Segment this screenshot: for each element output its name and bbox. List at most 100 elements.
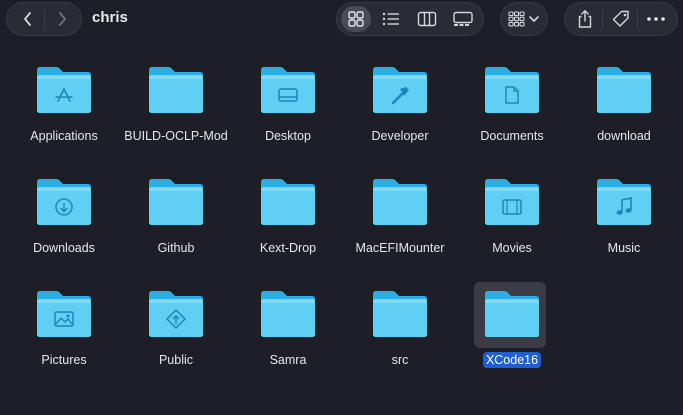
chevron-left-icon bbox=[24, 12, 31, 26]
folder-icon bbox=[149, 179, 203, 225]
chevron-down-icon bbox=[529, 16, 539, 22]
folder-item[interactable]: Kext-Drop bbox=[232, 170, 344, 282]
folder-icon bbox=[597, 67, 651, 113]
folder-icon bbox=[597, 179, 651, 225]
folder-label: download bbox=[568, 128, 680, 145]
folder-name: Samra bbox=[269, 353, 307, 367]
folder-icon bbox=[373, 179, 427, 225]
folder-label: MacEFIMounter bbox=[344, 240, 456, 257]
folder-label: Downloads bbox=[8, 240, 120, 257]
tag-button[interactable] bbox=[605, 6, 637, 32]
folder-name: XCode16 bbox=[482, 352, 542, 368]
folder-icon bbox=[485, 179, 539, 225]
folder-item[interactable]: Samra bbox=[232, 282, 344, 394]
folder-name: Public bbox=[158, 353, 194, 367]
columns-icon bbox=[417, 11, 437, 27]
folder-item[interactable]: Applications bbox=[8, 58, 120, 170]
window-title: chris bbox=[92, 9, 128, 26]
finder-window: chris Applications BUILD-OCLP-Mod Deskto… bbox=[0, 0, 683, 415]
folder-item[interactable]: XCode16 bbox=[456, 282, 568, 394]
folder-icon bbox=[149, 67, 203, 113]
folder-icon bbox=[149, 291, 203, 337]
column-view-button[interactable] bbox=[412, 6, 442, 32]
folder-item[interactable]: Documents bbox=[456, 58, 568, 170]
folder-item[interactable]: Downloads bbox=[8, 170, 120, 282]
grid-icon bbox=[348, 11, 364, 27]
folder-label: Desktop bbox=[232, 128, 344, 145]
folder-icon bbox=[485, 67, 539, 113]
action-group bbox=[564, 2, 678, 36]
share-button[interactable] bbox=[569, 6, 601, 32]
nav-separator bbox=[44, 9, 45, 29]
folder-name: Kext-Drop bbox=[259, 241, 317, 255]
forward-button[interactable] bbox=[49, 6, 75, 32]
group-by-button[interactable] bbox=[505, 6, 545, 32]
folder-label: BUILD-OCLP-Mod bbox=[120, 128, 232, 145]
list-icon bbox=[382, 12, 399, 26]
folder-name: src bbox=[391, 353, 409, 367]
gallery-icon bbox=[453, 11, 473, 26]
folder-item[interactable]: Movies bbox=[456, 170, 568, 282]
folder-label: Applications bbox=[8, 128, 120, 145]
folder-name: Desktop bbox=[265, 129, 311, 143]
more-button[interactable] bbox=[640, 6, 672, 32]
folder-name: Pictures bbox=[41, 353, 87, 367]
navigation-group bbox=[6, 2, 82, 36]
list-view-button[interactable] bbox=[376, 6, 406, 32]
group-by-icon bbox=[508, 11, 539, 27]
folder-label: Music bbox=[568, 240, 680, 257]
folder-icon bbox=[37, 67, 91, 113]
folder-name: MacEFIMounter bbox=[355, 241, 445, 255]
folder-icon bbox=[373, 67, 427, 113]
folder-label: Pictures bbox=[8, 352, 120, 369]
folder-item[interactable]: Desktop bbox=[232, 58, 344, 170]
folder-name: Music bbox=[607, 241, 641, 255]
chevron-right-icon bbox=[59, 12, 66, 26]
folder-label: Public bbox=[120, 352, 232, 369]
folder-icon bbox=[261, 179, 315, 225]
folder-label: XCode16 bbox=[456, 352, 568, 369]
folder-icon bbox=[261, 291, 315, 337]
folder-label: src bbox=[344, 352, 456, 369]
folder-item[interactable]: BUILD-OCLP-Mod bbox=[120, 58, 232, 170]
file-grid: Applications BUILD-OCLP-Mod Desktop Develop… bbox=[8, 58, 680, 408]
folder-item[interactable]: download bbox=[568, 58, 680, 170]
folder-label: Developer bbox=[344, 128, 456, 145]
folder-item[interactable]: Github bbox=[120, 170, 232, 282]
folder-label: Samra bbox=[232, 352, 344, 369]
folder-item[interactable]: src bbox=[344, 282, 456, 394]
folder-name: download bbox=[597, 129, 651, 143]
folder-label: Github bbox=[120, 240, 232, 257]
action-separator bbox=[602, 9, 603, 29]
folder-item[interactable]: Public bbox=[120, 282, 232, 394]
folder-name: Documents bbox=[480, 129, 544, 143]
folder-item[interactable]: Developer bbox=[344, 58, 456, 170]
folder-name: Movies bbox=[492, 241, 532, 255]
folder-item[interactable]: Music bbox=[568, 170, 680, 282]
folder-name: Developer bbox=[371, 129, 429, 143]
icon-view-button[interactable] bbox=[341, 6, 371, 32]
folder-label: Documents bbox=[456, 128, 568, 145]
folder-item[interactable]: MacEFIMounter bbox=[344, 170, 456, 282]
folder-icon bbox=[373, 291, 427, 337]
folder-label: Movies bbox=[456, 240, 568, 257]
folder-icon bbox=[37, 291, 91, 337]
gallery-view-button[interactable] bbox=[448, 6, 478, 32]
folder-name: Github bbox=[157, 241, 195, 255]
tag-icon bbox=[612, 10, 629, 27]
folder-icon bbox=[37, 179, 91, 225]
folder-name: Applications bbox=[30, 129, 98, 143]
toolbar: chris bbox=[0, 0, 683, 40]
back-button[interactable] bbox=[15, 6, 41, 32]
folder-label: Kext-Drop bbox=[232, 240, 344, 257]
folder-icon bbox=[261, 67, 315, 113]
share-icon bbox=[578, 10, 592, 28]
folder-name: BUILD-OCLP-Mod bbox=[124, 129, 228, 143]
more-icon bbox=[647, 17, 665, 21]
folder-item[interactable]: Pictures bbox=[8, 282, 120, 394]
group-by-control bbox=[500, 2, 548, 36]
view-switcher bbox=[336, 2, 484, 36]
folder-icon bbox=[485, 291, 539, 337]
action-separator bbox=[637, 9, 638, 29]
folder-name: Downloads bbox=[33, 241, 95, 255]
